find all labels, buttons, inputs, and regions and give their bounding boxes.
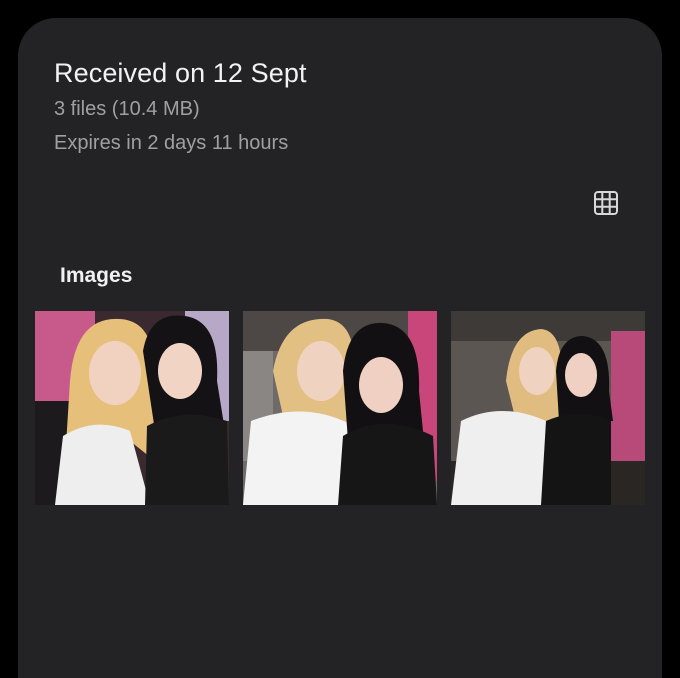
files-summary: 3 files (10.4 MB): [54, 98, 200, 120]
grid-view-icon: [593, 190, 619, 221]
image-thumbnail-1[interactable]: [35, 311, 229, 505]
image-thumbnail-2[interactable]: [243, 311, 437, 505]
grid-view-button[interactable]: [588, 187, 624, 223]
photo-thumbnail-icon: [35, 311, 229, 505]
photo-thumbnail-icon: [451, 311, 645, 505]
received-files-sheet: Received on 12 Sept 3 files (10.4 MB) Ex…: [18, 18, 662, 678]
images-section-title: Images: [60, 264, 133, 287]
image-thumbnail-3[interactable]: [451, 311, 645, 505]
expiry-text: Expires in 2 days 11 hours: [54, 132, 289, 154]
photo-thumbnail-icon: [243, 311, 437, 505]
page-title: Received on 12 Sept: [54, 58, 307, 88]
